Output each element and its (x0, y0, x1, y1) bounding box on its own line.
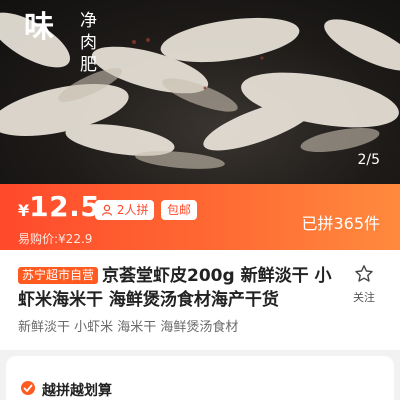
star-icon (355, 265, 373, 282)
product-subtitle: 新鲜淡干 小虾米 海米干 海鲜煲汤食材 (18, 320, 239, 335)
group-buy-badge: 2人拼 (95, 200, 155, 220)
free-shipping-badge: 包邮 (161, 200, 198, 220)
image-overlay-vertical-text: 净肉肥 (80, 11, 97, 75)
store-tag: 苏宁超市自营 (18, 267, 99, 284)
user-icon (101, 204, 113, 216)
price-value: 12.5 (29, 190, 101, 223)
product-title: 苏宁超市自营 京荟堂虾皮200g 新鲜淡干 小虾米海米干 海鲜煲汤食材海产干货 (18, 264, 344, 312)
easy-buy-price: 易购价:¥22.9 (18, 232, 93, 246)
group-buy-label: 2人拼 (116, 203, 149, 217)
deal-title: 越拼越划算 (42, 383, 112, 399)
product-image-carousel[interactable]: 味 净肉肥 2/5 (0, 0, 400, 184)
currency-symbol: ¥ (18, 201, 30, 220)
image-pager: 2/5 (357, 152, 380, 168)
product-info-card: 苏宁超市自营 京荟堂虾皮200g 新鲜淡干 小虾米海米干 海鲜煲汤食材海产干货 (0, 250, 400, 350)
favorite-label: 关注 (353, 291, 375, 304)
grouped-count: 已拼365件 (301, 214, 380, 233)
image-overlay-text: 味 (24, 10, 54, 45)
current-price: ¥12.5 (18, 190, 100, 223)
favorite-button[interactable]: 关注 (344, 264, 384, 305)
product-page: 味 净肉肥 2/5 ¥12.5 2人拼 包邮 已拼365件 易购价:¥22.9 … (0, 0, 400, 400)
dried-shrimp-photo (0, 12, 400, 169)
deal-icon (21, 381, 35, 395)
